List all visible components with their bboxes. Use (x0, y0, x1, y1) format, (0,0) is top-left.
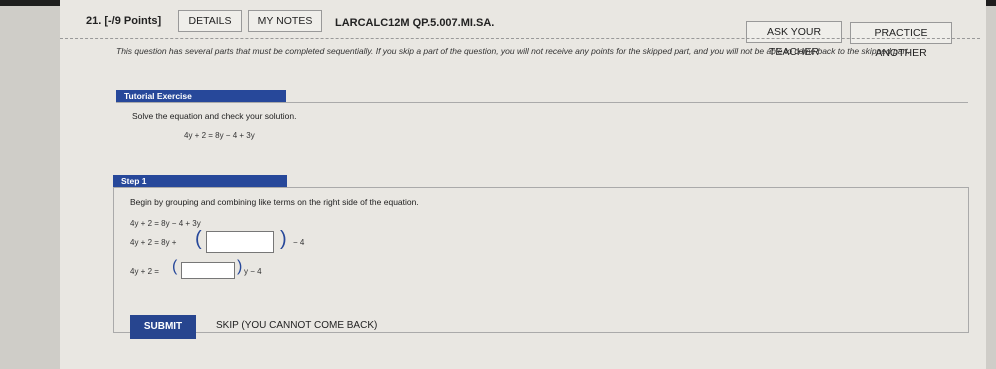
ask-your-teacher-button[interactable]: ASK YOUR TEACHER (746, 21, 842, 58)
question-number: 21. [-/9 Points] (86, 15, 162, 27)
answer-box-1[interactable] (206, 231, 274, 253)
skip-link[interactable]: SKIP (YOU CANNOT COME BACK) (216, 320, 377, 331)
close-paren-2: ) (237, 258, 243, 275)
tutorial-prompt: Solve the equation and check your soluti… (132, 111, 297, 121)
open-paren: ( (195, 228, 202, 250)
close-paren: ) (280, 228, 287, 250)
answer-box-2[interactable] (181, 262, 235, 279)
step-1-line-2-right: − 4 (293, 238, 305, 247)
submit-button[interactable]: SUBMIT (130, 315, 196, 339)
instructions-text: This question has several parts that mus… (116, 46, 911, 56)
tutorial-equation: 4y + 2 = 8y − 4 + 3y (184, 131, 255, 140)
step-1-line-1: 4y + 2 = 8y − 4 + 3y (130, 219, 201, 228)
step-1-line-2-left: 4y + 2 = 8y + (130, 238, 177, 247)
tutorial-header: Tutorial Exercise (116, 90, 286, 102)
step-1-prompt: Begin by grouping and combining like ter… (130, 197, 419, 207)
step-1-line-3-left: 4y + 2 = (130, 267, 159, 276)
my-notes-button[interactable]: MY NOTES (248, 10, 322, 32)
step-1-header: Step 1 (113, 175, 287, 187)
open-paren-2: ( (172, 258, 178, 275)
tutorial-rule (116, 102, 968, 103)
practice-another-button[interactable]: PRACTICE ANOTHER (850, 22, 952, 59)
details-button[interactable]: DETAILS (178, 10, 242, 32)
step-1-line-3-right: y − 4 (244, 267, 262, 276)
header-divider (60, 38, 980, 39)
question-id: LARCALC12M QP.5.007.MI.SA. (335, 17, 495, 29)
